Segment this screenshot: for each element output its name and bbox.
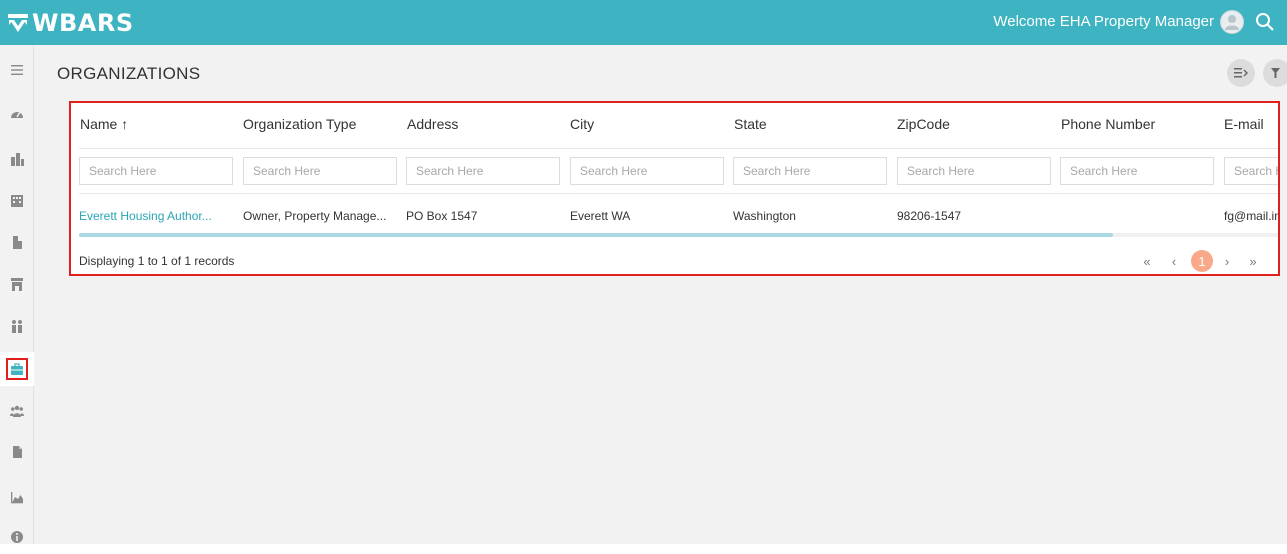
- storefront-icon[interactable]: [0, 267, 34, 301]
- records-summary: Displaying 1 to 1 of 1 records: [79, 254, 235, 268]
- top-bar: WBARS Welcome EHA Property Manager: [0, 0, 1287, 45]
- people-group-icon[interactable]: [0, 309, 34, 343]
- column-header-address[interactable]: Address: [407, 116, 458, 132]
- user-avatar-icon[interactable]: [1220, 10, 1244, 34]
- cell-state: Washington: [733, 209, 796, 223]
- active-nav-highlight: [6, 358, 28, 380]
- column-header-zipcode[interactable]: ZipCode: [897, 116, 950, 132]
- columns-toggle-button[interactable]: [1227, 59, 1255, 87]
- filter-icon: [1271, 68, 1280, 78]
- organizations-table: Name ↑ Organization Type Address City St…: [69, 101, 1280, 276]
- search-input-address[interactable]: [406, 157, 560, 185]
- search-input-city[interactable]: [570, 157, 724, 185]
- column-header-organization-type[interactable]: Organization Type: [243, 116, 356, 132]
- cell-organization-type: Owner, Property Manage...: [243, 209, 387, 223]
- dashboard-icon[interactable]: [0, 97, 34, 131]
- search-input-email[interactable]: [1224, 157, 1278, 185]
- page-title: ORGANIZATIONS: [57, 64, 201, 83]
- logo[interactable]: WBARS: [7, 9, 134, 37]
- document-icon[interactable]: [0, 435, 34, 469]
- properties-icon[interactable]: [0, 183, 34, 217]
- cell-email: fg@mail.in: [1224, 209, 1280, 223]
- building-icon[interactable]: [0, 225, 34, 259]
- search-input-organization-type[interactable]: [243, 157, 397, 185]
- column-header-state[interactable]: State: [734, 116, 767, 132]
- buildings-icon[interactable]: [0, 142, 34, 176]
- search-input-phone-number[interactable]: [1060, 157, 1214, 185]
- person-icon: [1225, 15, 1239, 30]
- column-header-name[interactable]: Name ↑: [80, 116, 128, 132]
- search-input-name[interactable]: [79, 157, 233, 185]
- columns-toggle-icon: [1234, 68, 1248, 78]
- users-icon[interactable]: [0, 394, 34, 428]
- pager-next-button[interactable]: ›: [1217, 251, 1237, 271]
- menu-icon[interactable]: [0, 53, 34, 87]
- cell-zipcode: 98206-1547: [897, 209, 962, 223]
- chart-icon[interactable]: [0, 480, 34, 514]
- cell-city: Everett WA: [570, 209, 631, 223]
- cell-address: PO Box 1547: [406, 209, 478, 223]
- pager-prev-button[interactable]: ‹: [1164, 251, 1184, 271]
- briefcase-icon[interactable]: [0, 352, 34, 386]
- column-header-city[interactable]: City: [570, 116, 594, 132]
- scrollbar-thumb[interactable]: [79, 233, 1113, 237]
- welcome-text: Welcome EHA Property Manager: [993, 13, 1214, 30]
- info-icon[interactable]: [0, 520, 34, 554]
- pager-first-button[interactable]: «: [1137, 251, 1157, 271]
- main-content: ORGANIZATIONS Name ↑ Organization Type A…: [34, 45, 1287, 544]
- search-divider: [79, 193, 1278, 194]
- pager-current-page[interactable]: 1: [1191, 250, 1213, 272]
- header-divider: [79, 148, 1278, 149]
- app-name: WBARS: [32, 8, 134, 37]
- search-input-state[interactable]: [733, 157, 887, 185]
- logo-mark-icon: [8, 13, 28, 32]
- pager-last-button[interactable]: »: [1243, 251, 1263, 271]
- organization-name-link[interactable]: Everett Housing Author...: [79, 209, 212, 223]
- search-icon[interactable]: [1255, 12, 1275, 32]
- filter-button[interactable]: [1263, 59, 1287, 87]
- sidebar: [0, 45, 34, 544]
- search-input-zipcode[interactable]: [897, 157, 1051, 185]
- column-header-phone-number[interactable]: Phone Number: [1061, 116, 1155, 132]
- column-header-email[interactable]: E-mail: [1224, 116, 1264, 132]
